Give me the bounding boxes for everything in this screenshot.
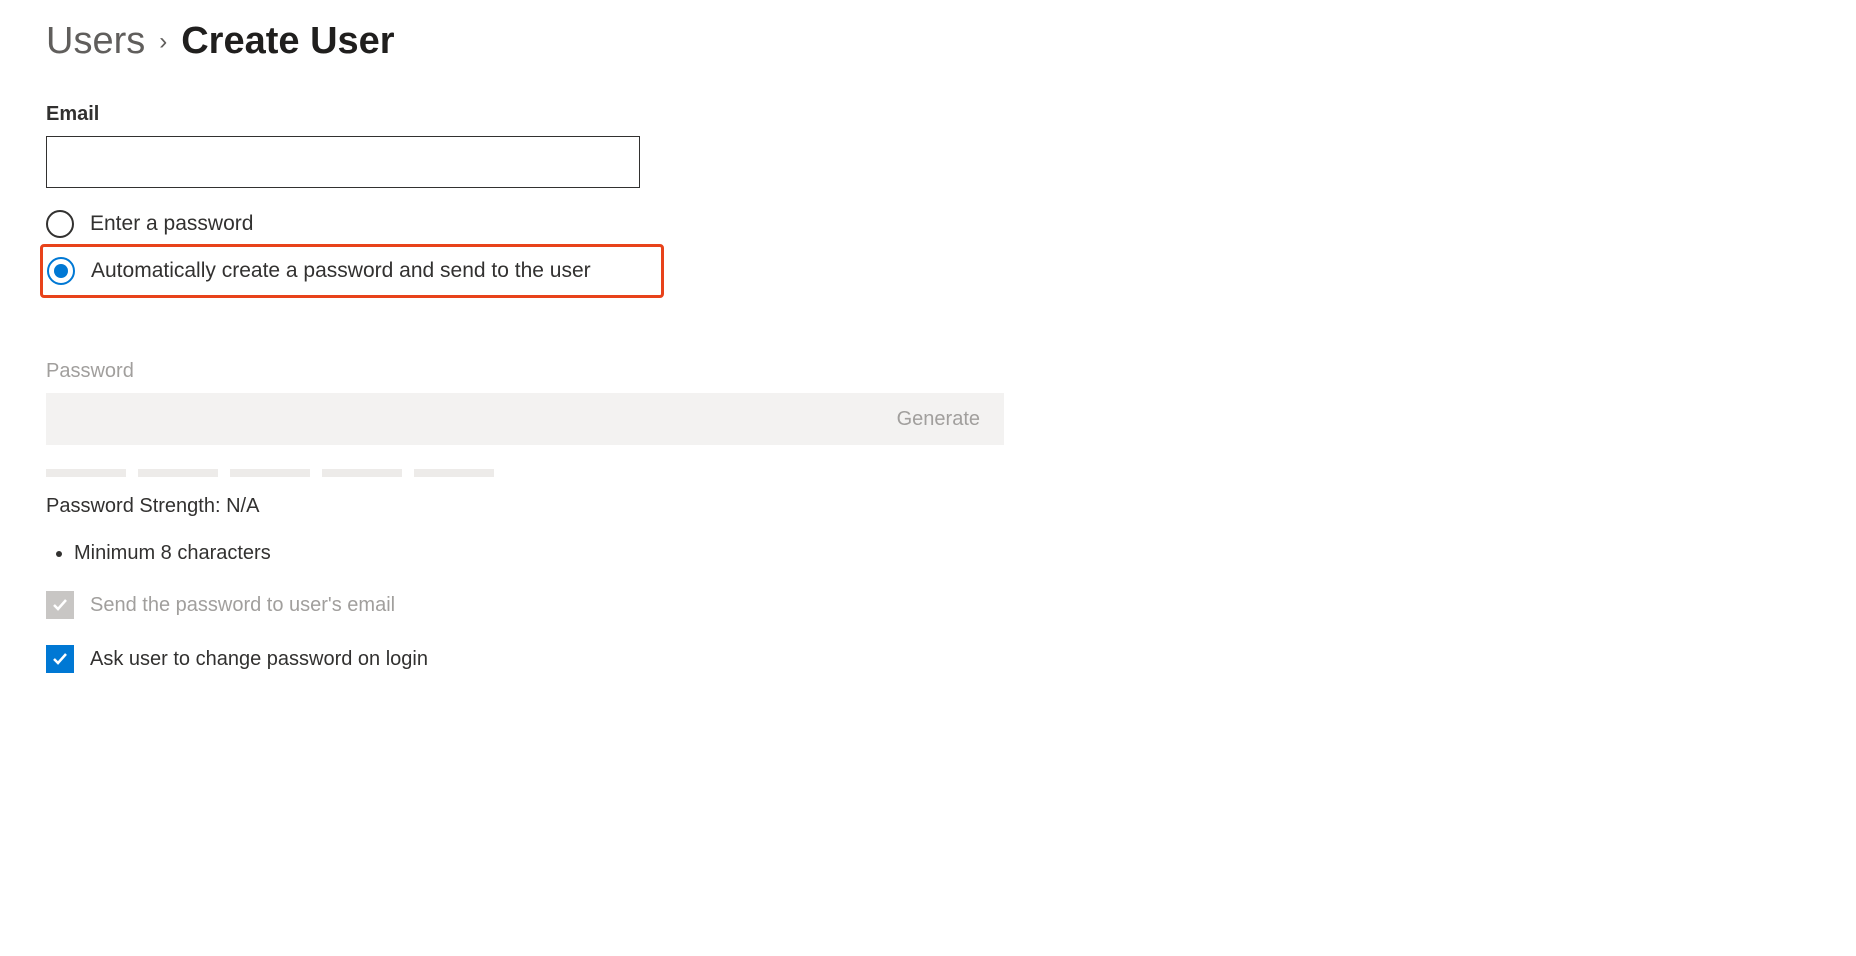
chevron-right-icon: › bbox=[159, 28, 167, 56]
checkbox-icon bbox=[46, 591, 74, 619]
checkbox-label: Ask user to change password on login bbox=[90, 648, 428, 671]
check-icon bbox=[52, 651, 68, 667]
strength-segment bbox=[230, 469, 310, 477]
breadcrumb-current: Create User bbox=[181, 20, 394, 63]
strength-segment bbox=[138, 469, 218, 477]
radio-dot-icon bbox=[54, 264, 68, 278]
radio-enter-password[interactable]: Enter a password bbox=[46, 204, 1856, 244]
radio-label: Enter a password bbox=[90, 212, 253, 236]
strength-prefix: Password Strength: bbox=[46, 495, 226, 517]
checkbox-icon bbox=[46, 645, 74, 673]
checkbox-label: Send the password to user's email bbox=[90, 594, 395, 617]
strength-segment bbox=[322, 469, 402, 477]
strength-value: N/A bbox=[226, 495, 259, 517]
email-label: Email bbox=[46, 103, 1856, 126]
generate-button: Generate bbox=[873, 393, 1004, 445]
radio-icon bbox=[46, 210, 74, 238]
checkbox-send-email: Send the password to user's email bbox=[46, 591, 1004, 619]
password-requirements: Minimum 8 characters bbox=[46, 542, 1004, 565]
email-input[interactable] bbox=[46, 136, 640, 188]
password-input-wrapper: Generate bbox=[46, 393, 1004, 445]
checkbox-change-on-login[interactable]: Ask user to change password on login bbox=[46, 645, 1004, 673]
password-input bbox=[46, 393, 873, 445]
password-strength-text: Password Strength: N/A bbox=[46, 495, 1004, 518]
breadcrumb: Users › Create User bbox=[46, 20, 1856, 63]
strength-meter bbox=[46, 469, 1004, 477]
strength-segment bbox=[46, 469, 126, 477]
password-mode-radio-group: Enter a password Automatically create a … bbox=[46, 204, 1856, 298]
requirement-item: Minimum 8 characters bbox=[74, 542, 1004, 565]
strength-segment bbox=[414, 469, 494, 477]
radio-auto-create-password[interactable]: Automatically create a password and send… bbox=[40, 244, 664, 298]
radio-label: Automatically create a password and send… bbox=[91, 259, 591, 283]
radio-icon bbox=[47, 257, 75, 285]
password-label: Password bbox=[46, 360, 1004, 383]
check-icon bbox=[52, 597, 68, 613]
breadcrumb-parent-link[interactable]: Users bbox=[46, 20, 145, 63]
